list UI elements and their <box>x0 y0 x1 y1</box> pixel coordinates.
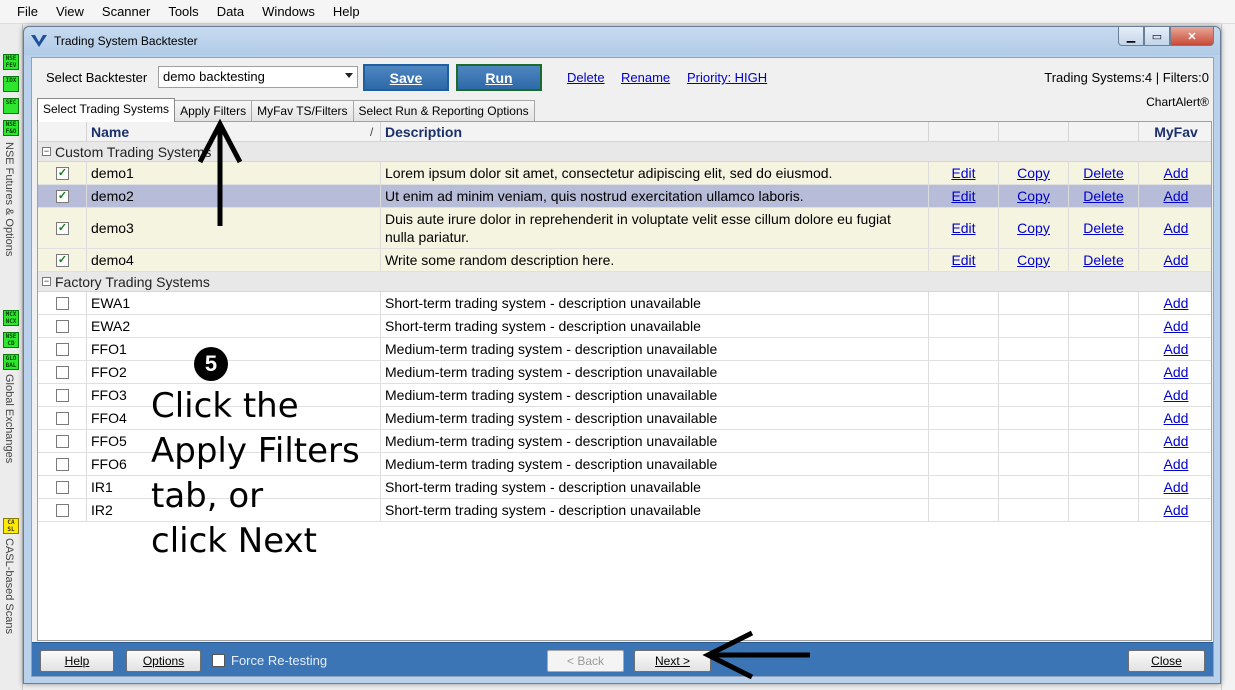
annotation-line: tab, or <box>151 476 264 516</box>
step-number-badge: 5 <box>194 347 228 381</box>
annotation-text: Click the Apply Filters tab, or click Ne… <box>151 384 360 564</box>
annotation-arrows <box>197 118 810 680</box>
tab-select-trading-systems[interactable]: Select Trading Systems <box>37 98 176 122</box>
annotation-line: click Next <box>151 521 317 561</box>
up-arrow-icon <box>197 118 243 226</box>
left-arrow-icon <box>702 630 810 680</box>
annotation-line: Click the <box>151 386 299 426</box>
annotation-line: Apply Filters <box>151 431 360 471</box>
